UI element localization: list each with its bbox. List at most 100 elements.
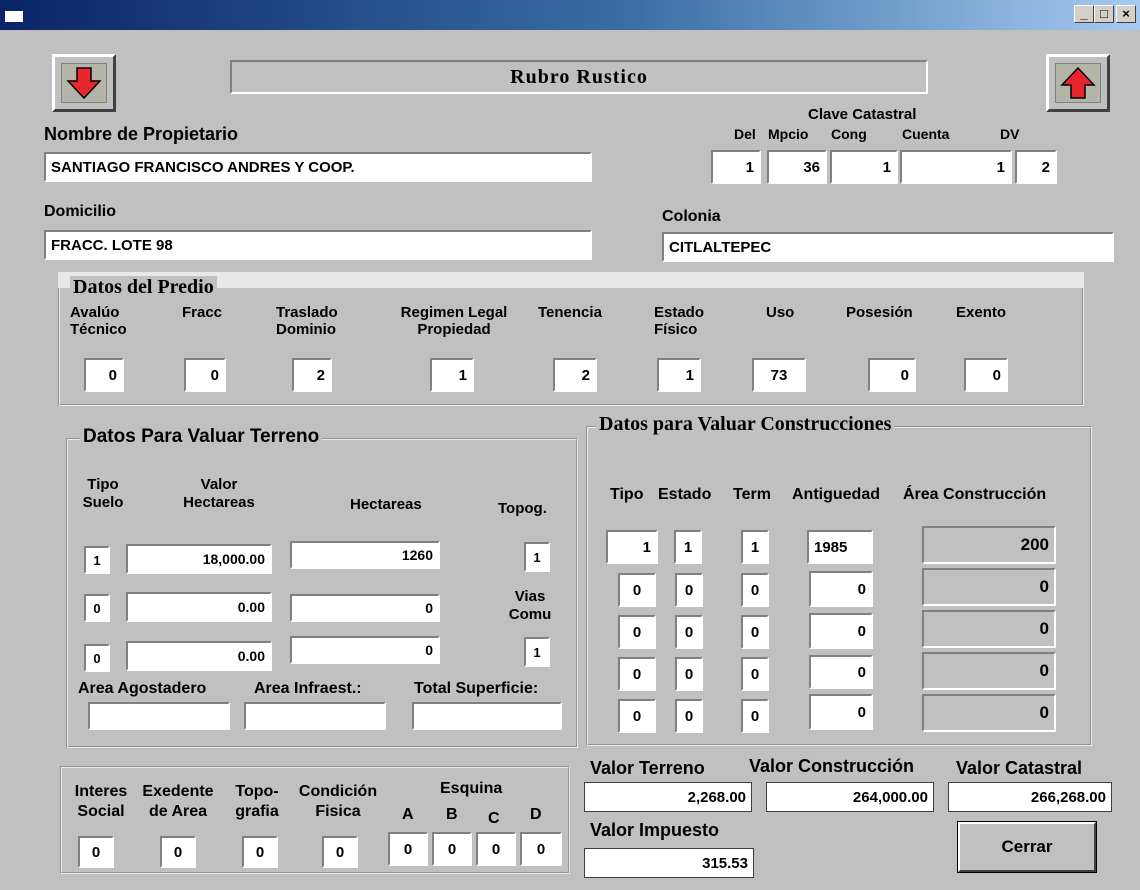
mpcio-field[interactable]: 36 [767, 150, 827, 184]
cons-estado-4[interactable]: 0 [675, 657, 703, 691]
mpcio-label: Mpcio [768, 126, 809, 142]
previous-record-button[interactable] [1046, 54, 1110, 112]
cerrar-button[interactable]: Cerrar [957, 821, 1097, 873]
cuenta-field[interactable]: 1 [900, 150, 1012, 184]
close-button[interactable]: × [1116, 5, 1136, 23]
regimen-label: Regimen Legal Propiedad [400, 304, 508, 338]
cons-term-3[interactable]: 0 [741, 615, 769, 649]
esquina-b-label: B [446, 806, 458, 823]
tipo-suelo-field-3[interactable]: 0 [84, 644, 110, 672]
owner-field[interactable]: SANTIAGO FRANCISCO ANDRES Y COOP. [44, 152, 592, 182]
next-record-button[interactable] [52, 54, 116, 112]
cons-tipo-1[interactable]: 1 [606, 530, 658, 564]
area-agostadero-field[interactable] [88, 702, 230, 730]
predio-title: Datos del Predio [70, 276, 217, 299]
avaluo-field[interactable]: 0 [84, 358, 124, 392]
exento-field[interactable]: 0 [964, 358, 1008, 392]
cons-estado-2[interactable]: 0 [675, 573, 703, 607]
tipo-suelo-field-2[interactable]: 0 [84, 594, 110, 622]
topog-field[interactable]: 1 [524, 542, 550, 572]
del-field[interactable]: 1 [711, 150, 761, 184]
condicion-fisica-label: Condición Fisica [298, 783, 378, 820]
exento-label: Exento [956, 304, 1007, 321]
colonia-field[interactable]: CITLALTEPEC [662, 232, 1114, 262]
valor-hectareas-header: Valor Hectareas [183, 476, 255, 511]
cong-label: Cong [831, 126, 867, 142]
esquina-c-field[interactable]: 0 [476, 832, 516, 866]
tenencia-field[interactable]: 2 [553, 358, 597, 392]
cons-antig-3[interactable]: 0 [809, 613, 873, 649]
valor-hectareas-field-3[interactable]: 0.00 [126, 641, 272, 671]
area-infraest-field[interactable] [244, 702, 386, 730]
tipo-header: Tipo [610, 486, 644, 503]
uso-field[interactable]: 73 [752, 358, 806, 392]
hectareas-field-3[interactable]: 0 [290, 636, 440, 664]
vias-comu-field[interactable]: 1 [524, 637, 550, 667]
esquina-a-label: A [402, 806, 414, 823]
tenencia-label: Tenencia [538, 304, 602, 321]
cons-term-4[interactable]: 0 [741, 657, 769, 691]
cons-tipo-5[interactable]: 0 [618, 699, 656, 733]
fracc-label: Fracc [182, 304, 223, 321]
down-arrow-icon [61, 63, 107, 103]
cons-term-1[interactable]: 1 [741, 530, 769, 564]
traslado-field[interactable]: 2 [292, 358, 332, 392]
exedente-area-field[interactable]: 0 [160, 836, 196, 868]
esquina-b-field[interactable]: 0 [432, 832, 472, 866]
area-construccion-header: Área Construcción [903, 486, 1047, 503]
cons-area-5: 0 [922, 694, 1056, 732]
hectareas-header: Hectareas [350, 496, 422, 513]
area-infraest-label: Area Infraest.: [254, 680, 362, 697]
topografia-field[interactable]: 0 [242, 836, 278, 868]
cons-term-5[interactable]: 0 [741, 699, 769, 733]
valor-construccion-label: Valor Construcción [749, 756, 915, 776]
cong-field[interactable]: 1 [830, 150, 898, 184]
cons-estado-5[interactable]: 0 [675, 699, 703, 733]
domicilio-field[interactable]: FRACC. LOTE 98 [44, 230, 592, 260]
hectareas-field-1[interactable]: 1260 [290, 541, 440, 569]
cons-antig-5[interactable]: 0 [809, 694, 873, 730]
cons-tipo-4[interactable]: 0 [618, 657, 656, 691]
cons-estado-3[interactable]: 0 [675, 615, 703, 649]
owner-label: Nombre de Propietario [44, 124, 239, 144]
dv-field[interactable]: 2 [1015, 150, 1057, 184]
valor-hectareas-field-2[interactable]: 0.00 [126, 592, 272, 622]
esquina-a-field[interactable]: 0 [388, 832, 428, 866]
estado-fisico-label: Estado Físico [654, 304, 705, 338]
valor-impuesto-label: Valor Impuesto [590, 820, 720, 840]
cons-antig-2[interactable]: 0 [809, 571, 873, 607]
tipo-suelo-field-1[interactable]: 1 [84, 546, 110, 574]
app-icon [4, 7, 24, 23]
cons-estado-1[interactable]: 1 [674, 530, 702, 564]
fracc-field[interactable]: 0 [184, 358, 226, 392]
estado-fisico-field[interactable]: 1 [657, 358, 701, 392]
cons-term-2[interactable]: 0 [741, 573, 769, 607]
valor-catastral-field: 266,268.00 [948, 782, 1112, 812]
condicion-fisica-field[interactable]: 0 [322, 836, 358, 868]
cons-tipo-2[interactable]: 0 [618, 573, 656, 607]
vias-comu-label: Vias Comu [508, 588, 552, 623]
cons-area-2: 0 [922, 568, 1056, 606]
cons-antig-4[interactable]: 0 [809, 655, 873, 689]
area-agostadero-label: Area Agostadero [78, 680, 207, 697]
cons-tipo-3[interactable]: 0 [618, 615, 656, 649]
tipo-suelo-header: Tipo Suelo [82, 476, 124, 511]
construcciones-title: Datos para Valuar Construcciones [596, 413, 895, 436]
valor-hectareas-field-1[interactable]: 18,000.00 [126, 544, 272, 574]
traslado-label: Traslado Dominio [276, 304, 338, 338]
minimize-button[interactable]: _ [1074, 5, 1094, 23]
hectareas-field-2[interactable]: 0 [290, 594, 440, 622]
domicilio-label: Domicilio [44, 203, 117, 220]
cons-antig-1[interactable]: 1985 [807, 530, 873, 564]
up-arrow-icon [1055, 63, 1101, 103]
maximize-button[interactable]: □ [1094, 5, 1114, 23]
uso-label: Uso [766, 304, 795, 321]
regimen-field[interactable]: 1 [430, 358, 474, 392]
posesion-field[interactable]: 0 [868, 358, 916, 392]
clave-catastral-label: Clave Catastral [808, 106, 917, 123]
esquina-d-field[interactable]: 0 [520, 832, 562, 866]
total-superficie-field[interactable] [412, 702, 562, 730]
interes-social-field[interactable]: 0 [78, 836, 114, 868]
esquina-c-label: C [488, 810, 500, 827]
dv-label: DV [1000, 126, 1020, 142]
